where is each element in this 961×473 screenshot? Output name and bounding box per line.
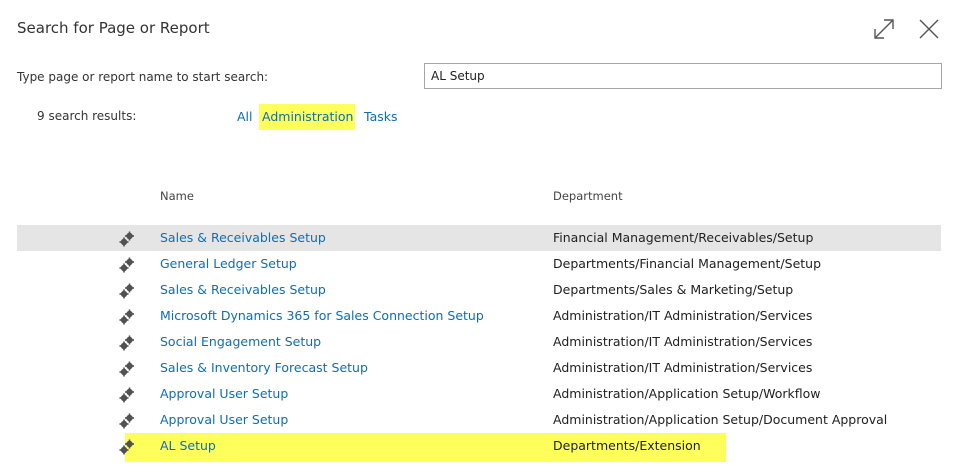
table-row[interactable]: Sales & Receivables Setup Departments/Sa… bbox=[17, 277, 941, 303]
table-row[interactable]: Sales & Inventory Forecast Setup Adminis… bbox=[17, 355, 941, 381]
table-row[interactable]: Approval User Setup Administration/Appli… bbox=[17, 407, 941, 433]
row-department: Administration/IT Administration/Service… bbox=[553, 308, 813, 323]
expand-icon bbox=[874, 19, 894, 39]
search-input[interactable] bbox=[424, 63, 942, 89]
table-row[interactable]: Approval User Setup Administration/Appli… bbox=[17, 381, 941, 407]
gears-icon bbox=[119, 283, 134, 299]
filter-all[interactable]: All bbox=[234, 104, 256, 130]
row-department: Departments/Sales & Marketing/Setup bbox=[553, 282, 794, 297]
filter-administration[interactable]: Administration bbox=[259, 104, 355, 130]
row-department: Administration/Application Setup/Workflo… bbox=[553, 386, 821, 401]
row-name-link[interactable]: Sales & Inventory Forecast Setup bbox=[160, 360, 368, 375]
close-icon bbox=[919, 19, 939, 39]
column-header-name[interactable]: Name bbox=[160, 189, 194, 203]
column-header-department[interactable]: Department bbox=[553, 189, 623, 203]
row-name-link[interactable]: Social Engagement Setup bbox=[160, 334, 321, 349]
close-button[interactable] bbox=[916, 16, 942, 42]
row-department: Departments/Financial Management/Setup bbox=[553, 256, 822, 271]
row-name-link[interactable]: Microsoft Dynamics 365 for Sales Connect… bbox=[160, 308, 484, 323]
gears-icon bbox=[119, 439, 134, 455]
search-label: Type page or report name to start search… bbox=[17, 70, 269, 84]
row-name-link[interactable]: General Ledger Setup bbox=[160, 256, 297, 271]
row-department: Departments/Extension bbox=[553, 438, 701, 453]
gears-icon bbox=[119, 413, 134, 429]
gears-icon bbox=[119, 387, 134, 403]
table-row[interactable]: AL Setup Departments/Extension bbox=[17, 433, 941, 462]
row-name-link[interactable]: Approval User Setup bbox=[160, 412, 288, 427]
gears-icon bbox=[119, 257, 134, 273]
table-row[interactable]: General Ledger Setup Departments/Financi… bbox=[17, 251, 941, 277]
gears-icon bbox=[119, 335, 134, 351]
gears-icon bbox=[119, 231, 134, 247]
dialog-title: Search for Page or Report bbox=[17, 19, 210, 37]
expand-button[interactable] bbox=[871, 16, 897, 42]
table-row[interactable]: Microsoft Dynamics 365 for Sales Connect… bbox=[17, 303, 941, 329]
gears-icon bbox=[119, 361, 134, 377]
row-department: Administration/Application Setup/Documen… bbox=[553, 412, 888, 427]
gears-icon bbox=[119, 309, 134, 325]
table-row[interactable]: Sales & Receivables Setup Financial Mana… bbox=[17, 225, 941, 251]
filter-tasks[interactable]: Tasks bbox=[361, 104, 401, 130]
row-name-link[interactable]: Sales & Receivables Setup bbox=[160, 230, 326, 245]
row-department: Financial Management/Receivables/Setup bbox=[553, 230, 814, 245]
row-department: Administration/IT Administration/Service… bbox=[553, 334, 813, 349]
row-department: Administration/IT Administration/Service… bbox=[553, 360, 813, 375]
row-name-link[interactable]: AL Setup bbox=[160, 438, 216, 453]
search-dialog: Search for Page or Report Type page or r… bbox=[0, 0, 961, 473]
row-name-link[interactable]: Sales & Receivables Setup bbox=[160, 282, 326, 297]
table-row[interactable]: Social Engagement Setup Administration/I… bbox=[17, 329, 941, 355]
results-count: 9 search results: bbox=[37, 109, 137, 123]
row-name-link[interactable]: Approval User Setup bbox=[160, 386, 288, 401]
